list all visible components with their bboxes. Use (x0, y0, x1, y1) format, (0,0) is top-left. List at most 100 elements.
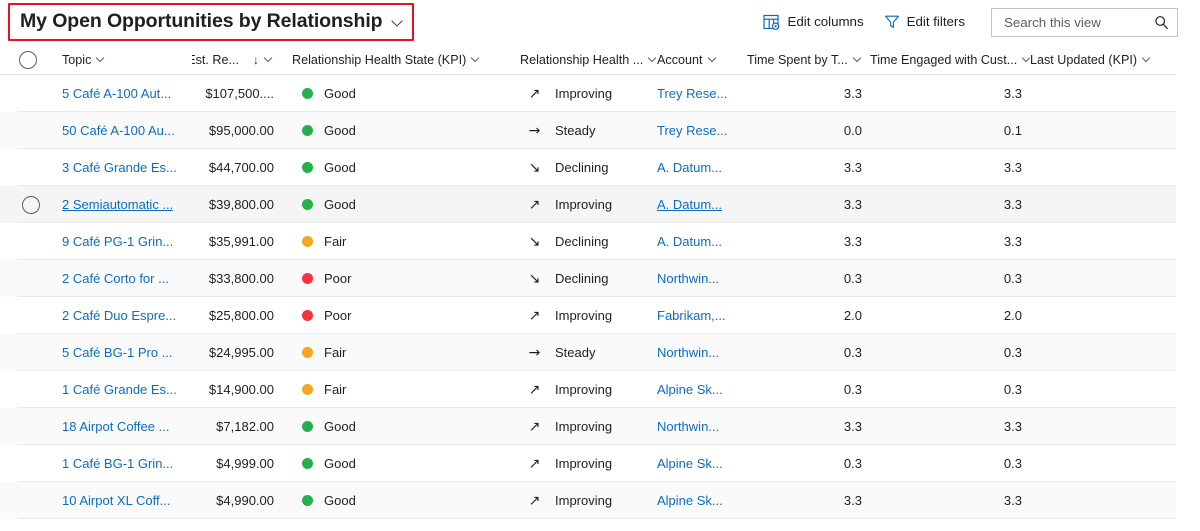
column-header-relationship-health-state[interactable]: Relationship Health State (KPI) (282, 45, 512, 75)
table-row[interactable]: 1 Café Grande Es...$14,900.00Fair↗Improv… (0, 371, 1176, 408)
row-select-circle-icon[interactable] (22, 196, 40, 214)
row-select-cell[interactable] (0, 298, 62, 334)
cell-account: A. Datum... (657, 187, 747, 223)
row-select-cell[interactable] (0, 113, 62, 149)
column-header-topic[interactable]: Topic (62, 45, 192, 75)
cell-relationship-health-state: Good (282, 150, 512, 186)
view-selector[interactable]: My Open Opportunities by Relationship (8, 3, 414, 41)
column-header-time-spent[interactable]: Time Spent by T... (747, 45, 870, 75)
row-select-cell[interactable] (0, 150, 62, 186)
cell-last-updated (1030, 261, 1176, 297)
account-link[interactable]: Alpine Sk... (657, 456, 723, 471)
sort-descending-icon[interactable]: ↓ (253, 54, 259, 66)
account-link[interactable]: Alpine Sk... (657, 493, 723, 508)
time-spent-value: 3.3 (844, 419, 862, 434)
table-row[interactable]: 2 Café Duo Espre...$25,800.00Poor↗Improv… (0, 297, 1176, 334)
chevron-down-icon[interactable] (709, 55, 718, 64)
table-row[interactable]: 18 Airpot Coffee ...$7,182.00Good↗Improv… (0, 408, 1176, 445)
cell-topic: 2 Semiautomatic ... (62, 187, 192, 223)
column-header-relationship-health-trend[interactable]: Relationship Health ... (512, 45, 657, 75)
row-select-cell[interactable] (0, 446, 62, 482)
table-row[interactable]: 9 Café PG-1 Grin...$35,991.00Fair↘Declin… (0, 223, 1176, 260)
chevron-down-icon[interactable] (649, 55, 657, 64)
cell-topic: 2 Café Duo Espre... (62, 298, 192, 334)
search-input[interactable] (1002, 14, 1154, 31)
row-select-cell[interactable] (0, 409, 62, 445)
topic-link[interactable]: 50 Café A-100 Au... (62, 123, 175, 138)
table-row[interactable]: 50 Café A-100 Au...$95,000.00Good→Steady… (0, 112, 1176, 149)
row-select-cell[interactable] (0, 261, 62, 297)
account-link[interactable]: Northwin... (657, 271, 719, 286)
account-link[interactable]: Alpine Sk... (657, 382, 723, 397)
time-engaged-value: 0.3 (1004, 382, 1022, 397)
column-header-time-engaged[interactable]: Time Engaged with Cust... (870, 45, 1030, 75)
chevron-down-icon[interactable] (1143, 55, 1152, 64)
select-all-circle-icon[interactable] (19, 51, 37, 69)
cell-last-updated (1030, 446, 1176, 482)
row-select-cell[interactable] (0, 76, 62, 112)
table-row[interactable]: 2 Semiautomatic ...$39,800.00Good↗Improv… (0, 186, 1176, 223)
chevron-down-icon[interactable] (97, 55, 106, 64)
green-dot-icon (302, 458, 313, 469)
account-link[interactable]: Northwin... (657, 419, 719, 434)
account-link[interactable]: A. Datum... (657, 234, 722, 249)
table-row[interactable]: 10 Airpot XL Coff...$4,990.00Good↗Improv… (0, 482, 1176, 519)
column-header-account[interactable]: Account (657, 45, 747, 75)
row-select-cell[interactable] (0, 335, 62, 371)
topic-link[interactable]: 5 Café A-100 Aut... (62, 86, 171, 101)
health-state-label: Good (324, 123, 356, 138)
cell-relationship-health-state: Poor (282, 298, 512, 334)
row-select-cell[interactable] (0, 372, 62, 408)
chevron-down-icon[interactable] (393, 16, 404, 27)
account-link[interactable]: Trey Rese... (657, 123, 727, 138)
table-row[interactable]: 1 Café BG-1 Grin...$4,999.00Good↗Improvi… (0, 445, 1176, 482)
chevron-down-icon[interactable] (265, 55, 274, 64)
topic-link[interactable]: 10 Airpot XL Coff... (62, 493, 170, 508)
cell-account: A. Datum... (657, 224, 747, 260)
topic-link[interactable]: 5 Café BG-1 Pro ... (62, 345, 173, 360)
cell-relationship-health-state: Poor (282, 261, 512, 297)
chevron-down-icon[interactable] (472, 55, 481, 64)
row-select-cell[interactable] (0, 483, 62, 519)
search-icon[interactable] (1154, 15, 1169, 30)
topic-link[interactable]: 18 Airpot Coffee ... (62, 419, 169, 434)
account-link[interactable]: Northwin... (657, 345, 719, 360)
health-state-label: Fair (324, 234, 346, 249)
arrow-up-right-icon: ↗ (528, 383, 541, 397)
chevron-down-icon[interactable] (854, 55, 863, 64)
topic-link[interactable]: 9 Café PG-1 Grin... (62, 234, 173, 249)
table-row[interactable]: 2 Café Corto for ...$33,800.00Poor↘Decli… (0, 260, 1176, 297)
topic-link[interactable]: 2 Semiautomatic ... (62, 197, 173, 212)
row-select-cell[interactable] (0, 187, 62, 223)
edit-filters-button[interactable]: Edit filters (874, 8, 975, 36)
topic-link[interactable]: 3 Café Grande Es... (62, 160, 177, 175)
column-header-last-updated[interactable]: Last Updated (KPI) (1030, 45, 1176, 75)
table-row[interactable]: 5 Café A-100 Aut...$107,500....Good↗Impr… (0, 75, 1176, 112)
topic-link[interactable]: 1 Café BG-1 Grin... (62, 456, 173, 471)
edit-columns-button[interactable]: Edit columns (753, 8, 873, 36)
column-header-est-revenue[interactable]: Est. Re... ↓ (192, 45, 282, 75)
row-select-cell[interactable] (0, 224, 62, 260)
cell-time-engaged: 3.3 (870, 409, 1030, 445)
table-row[interactable]: 3 Café Grande Es...$44,700.00Good↘Declin… (0, 149, 1176, 186)
search-box[interactable] (991, 8, 1178, 37)
account-link[interactable]: Fabrikam,... (657, 308, 726, 323)
command-bar: My Open Opportunities by Relationship Ed… (0, 0, 1200, 44)
account-link[interactable]: A. Datum... (657, 197, 722, 212)
cell-time-spent: 3.3 (747, 187, 870, 223)
est-revenue-value: $4,999.00 (216, 456, 274, 471)
table-row[interactable]: 5 Café BG-1 Pro ...$24,995.00Fair→Steady… (0, 334, 1176, 371)
cell-relationship-health-state: Fair (282, 372, 512, 408)
health-state-label: Good (324, 160, 356, 175)
chevron-down-icon[interactable] (1023, 55, 1030, 64)
account-link[interactable]: Trey Rese... (657, 86, 727, 101)
red-dot-icon (302, 273, 313, 284)
cell-relationship-health-trend: ↘Declining (512, 150, 657, 186)
time-engaged-value: 0.3 (1004, 345, 1022, 360)
topic-link[interactable]: 2 Café Duo Espre... (62, 308, 176, 323)
select-all-header[interactable] (0, 45, 62, 75)
account-link[interactable]: A. Datum... (657, 160, 722, 175)
topic-link[interactable]: 2 Café Corto for ... (62, 271, 169, 286)
command-bar-actions: Edit columns Edit filters (753, 0, 1178, 44)
topic-link[interactable]: 1 Café Grande Es... (62, 382, 177, 397)
